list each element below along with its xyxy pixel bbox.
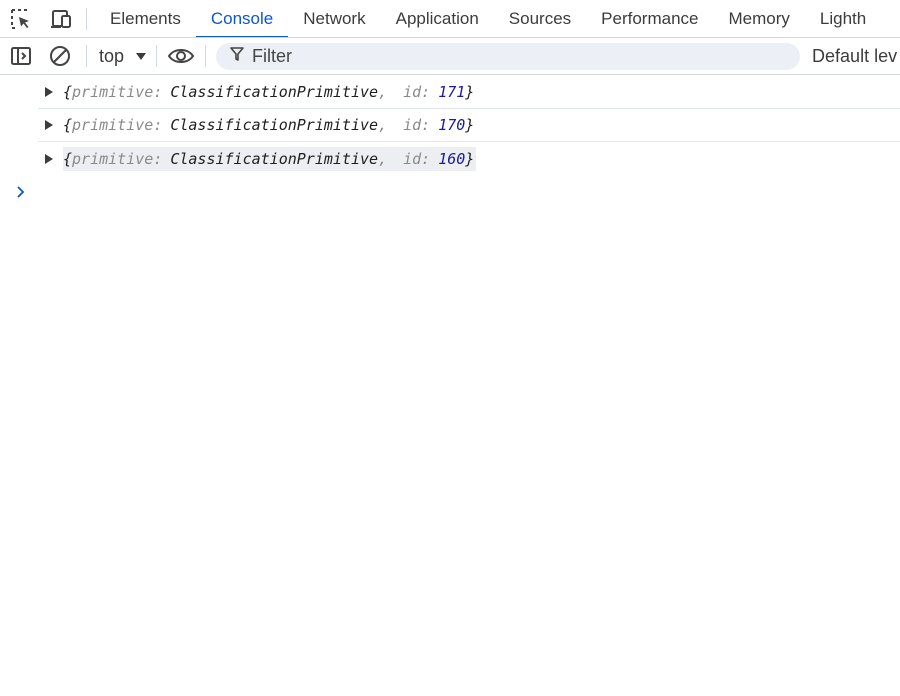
caret-down-icon	[136, 52, 147, 60]
tab-performance[interactable]: Performance	[586, 0, 713, 37]
toolbar-divider	[205, 45, 207, 67]
inspect-element-icon[interactable]	[0, 0, 42, 37]
tabbar-divider	[86, 7, 87, 30]
filter-input[interactable]	[252, 45, 753, 67]
tab-memory[interactable]: Memory	[713, 0, 804, 37]
filter-icon	[230, 46, 244, 67]
device-toolbar-icon[interactable]	[42, 0, 80, 37]
object-preview[interactable]: {primitive: ClassificationPrimitive, id:16…	[63, 146, 477, 171]
console-message[interactable]: {primitive: ClassificationPrimitive, id:17…	[38, 109, 900, 142]
filter-field[interactable]	[216, 42, 801, 70]
tab-elements[interactable]: Elements	[95, 0, 196, 37]
console-message[interactable]: {primitive: ClassificationPrimitive, id:16…	[0, 142, 900, 175]
console-toolbar: top Default lev	[0, 38, 900, 75]
expand-arrow-icon[interactable]	[45, 153, 53, 164]
log-levels-dropdown[interactable]: Default lev	[812, 46, 897, 67]
context-label: top	[99, 45, 125, 66]
sidebar-toggle-icon[interactable]	[0, 38, 42, 74]
tab-network[interactable]: Network	[288, 0, 380, 37]
tab-lighthouse[interactable]: Lighth	[805, 0, 881, 37]
object-preview[interactable]: {primitive: ClassificationPrimitive, id:17…	[63, 80, 476, 104]
tab-application[interactable]: Application	[381, 0, 494, 37]
tab-console[interactable]: Console	[195, 0, 289, 37]
devtools-tabbar: Elements Console Network Application Sou…	[0, 0, 900, 38]
tab-sources[interactable]: Sources	[494, 0, 586, 37]
object-preview[interactable]: {primitive: ClassificationPrimitive, id:17…	[63, 113, 476, 137]
expand-arrow-icon[interactable]	[45, 120, 53, 130]
eye-icon[interactable]	[157, 38, 205, 74]
console-messages: {primitive: ClassificationPrimitive, id:17…	[0, 76, 900, 175]
clear-console-icon[interactable]	[42, 38, 78, 74]
context-selector[interactable]: top	[87, 38, 156, 74]
expand-arrow-icon[interactable]	[45, 87, 53, 97]
console-message[interactable]: {primitive: ClassificationPrimitive, id:17…	[38, 76, 900, 109]
chevron-right-icon[interactable]	[14, 184, 28, 200]
